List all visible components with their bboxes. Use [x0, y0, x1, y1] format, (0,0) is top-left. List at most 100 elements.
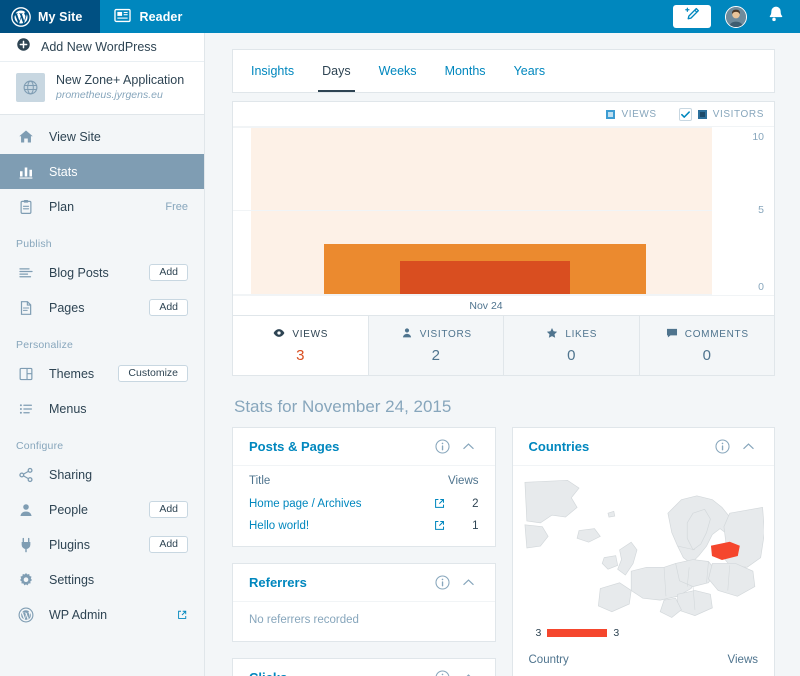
summary-tab-comments[interactable]: COMMENTS 0 — [639, 316, 775, 375]
y-tick-label: 0 — [758, 280, 764, 293]
chevron-up-icon[interactable] — [735, 434, 761, 460]
notifications-button[interactable] — [765, 6, 787, 28]
themes-icon — [16, 364, 35, 383]
module-header: Clicks — [233, 659, 495, 676]
sidebar-item-blog-posts[interactable]: Blog Posts Add — [0, 255, 204, 290]
countries-map[interactable] — [523, 472, 764, 622]
user-icon — [16, 500, 35, 519]
gear-icon — [16, 570, 35, 589]
tab-days[interactable]: Days — [308, 50, 364, 92]
sidebar-item-view-site[interactable]: View Site — [0, 119, 204, 154]
row-views: 2 — [472, 497, 479, 510]
sidebar-item-plugins[interactable]: Plugins Add — [0, 527, 204, 562]
module-title: Countries — [528, 439, 590, 454]
chart-bars-region — [233, 127, 712, 295]
masterbar-reader[interactable]: Reader — [100, 0, 196, 33]
info-icon[interactable] — [430, 570, 456, 596]
sidebar-nav: View Site Stats Plan Free Publish Blog P… — [0, 115, 204, 632]
info-icon[interactable] — [430, 665, 456, 676]
sidebar-item-label: Plan — [49, 199, 75, 214]
row-title[interactable]: Home page / Archives — [249, 498, 427, 510]
sidebar-site-info: New Zone+ Application prometheus.jyrgens… — [56, 73, 184, 102]
summary-tab-visitors[interactable]: VISITORS 2 — [368, 316, 504, 375]
tab-label: Days — [322, 64, 351, 78]
sidebar-site-title: New Zone+ Application — [56, 73, 185, 88]
sidebar-customize-button[interactable]: Customize — [118, 364, 188, 383]
sidebar-item-label: Settings — [49, 572, 95, 587]
sidebar: Add New WordPress New Zone+ Application … — [0, 33, 205, 676]
chart-y-axis: 10 5 0 — [712, 127, 774, 295]
column-header-views: Views — [727, 654, 758, 666]
legend-entry-visitors[interactable]: VISITORS — [678, 107, 764, 121]
module-empty-message: No referrers recorded — [249, 614, 359, 626]
wordpress-stats-page: My Site Reader Add New WordPress New Zon… — [0, 0, 800, 676]
sidebar-item-sharing[interactable]: Sharing — [0, 457, 204, 492]
legend-checkbox-visitors[interactable] — [678, 107, 692, 121]
reader-icon — [113, 6, 132, 28]
sidebar-item-menus[interactable]: Menus — [0, 391, 204, 426]
sidebar-add-plugin-button[interactable]: Add — [149, 535, 188, 554]
sidebar-item-stats[interactable]: Stats — [0, 154, 204, 189]
sidebar-item-plan[interactable]: Plan Free — [0, 189, 204, 224]
sidebar-add-people-button[interactable]: Add — [149, 500, 188, 519]
stats-chart-card: VIEWS VISITORS 10 5 0 Nov 24 VIEWS 3 VIS… — [232, 101, 775, 376]
gridline-5 — [233, 210, 712, 211]
sidebar-item-themes[interactable]: Themes Customize — [0, 356, 204, 391]
sidebar-item-label: View Site — [49, 129, 101, 144]
masterbar-my-site[interactable]: My Site — [0, 0, 101, 33]
clipboard-icon — [16, 197, 35, 216]
table-row[interactable]: Hello world! 1 — [249, 515, 479, 537]
legend-entry-views[interactable]: VIEWS — [606, 109, 656, 120]
sidebar-item-wp-admin[interactable]: WP Admin — [0, 597, 204, 632]
gridline-10 — [233, 127, 712, 128]
summary-tab-likes[interactable]: LIKES 0 — [504, 316, 640, 375]
scale-gradient-bar — [547, 629, 608, 637]
posts-icon — [16, 263, 35, 282]
tab-weeks[interactable]: Weeks — [365, 50, 431, 92]
sidebar-item-pages[interactable]: Pages Add — [0, 290, 204, 325]
column-header-views: Views — [448, 475, 479, 487]
external-link-icon[interactable] — [427, 519, 453, 532]
sidebar-item-label: Stats — [49, 164, 78, 179]
chevron-up-icon[interactable] — [456, 434, 482, 460]
new-post-button[interactable] — [673, 5, 711, 28]
body: Add New WordPress New Zone+ Application … — [0, 33, 800, 676]
external-link-icon[interactable] — [427, 497, 453, 510]
masterbar: My Site Reader — [0, 0, 800, 33]
table-row[interactable]: Home page / Archives 2 — [249, 493, 479, 515]
stats-summary-tabs: VIEWS 3 VISITORS 2 LIKES 0 COMMENTS 0 — [233, 315, 774, 375]
bar-chart-icon — [16, 162, 35, 181]
tab-insights[interactable]: Insights — [233, 50, 308, 92]
info-icon[interactable] — [709, 434, 735, 460]
chart-legend: VIEWS VISITORS — [233, 102, 774, 127]
sidebar-add-new-wordpress[interactable]: Add New WordPress — [0, 33, 204, 62]
column-header-title: Title — [249, 475, 271, 487]
table-row[interactable]: Estonia 3 — [529, 672, 759, 676]
comment-icon — [665, 326, 679, 343]
avatar[interactable] — [725, 5, 747, 28]
summary-tab-value: 0 — [702, 347, 711, 364]
y-tick-label: 10 — [752, 130, 764, 143]
info-icon[interactable] — [430, 434, 456, 460]
row-title[interactable]: Hello world! — [249, 520, 427, 532]
summary-tab-value: 2 — [431, 347, 440, 364]
sidebar-site-switcher[interactable]: New Zone+ Application prometheus.jyrgens… — [0, 62, 204, 115]
bar-visitors-nov-24[interactable] — [400, 261, 570, 294]
sidebar-item-people[interactable]: People Add — [0, 492, 204, 527]
summary-tab-views[interactable]: VIEWS 3 — [233, 316, 369, 375]
table-header-row: Title Views — [249, 466, 479, 493]
chevron-up-icon[interactable] — [456, 665, 482, 676]
sidebar-add-blog-post-button[interactable]: Add — [149, 263, 188, 282]
countries-map-wrap: 3 3 — [513, 466, 775, 645]
y-tick-label: 5 — [758, 203, 764, 216]
module-header: Posts & Pages — [233, 428, 495, 466]
tab-months[interactable]: Months — [431, 50, 500, 92]
summary-tab-head: COMMENTS — [640, 326, 775, 343]
tab-years[interactable]: Years — [500, 50, 560, 92]
stats-modules-grid: Posts & Pages Title Views Home page / Ar… — [232, 427, 775, 676]
chevron-up-icon[interactable] — [456, 570, 482, 596]
sidebar-add-page-button[interactable]: Add — [149, 298, 188, 317]
summary-tab-label: LIKES — [565, 329, 598, 340]
sidebar-item-settings[interactable]: Settings — [0, 562, 204, 597]
legend-swatch-visitors — [697, 109, 707, 119]
